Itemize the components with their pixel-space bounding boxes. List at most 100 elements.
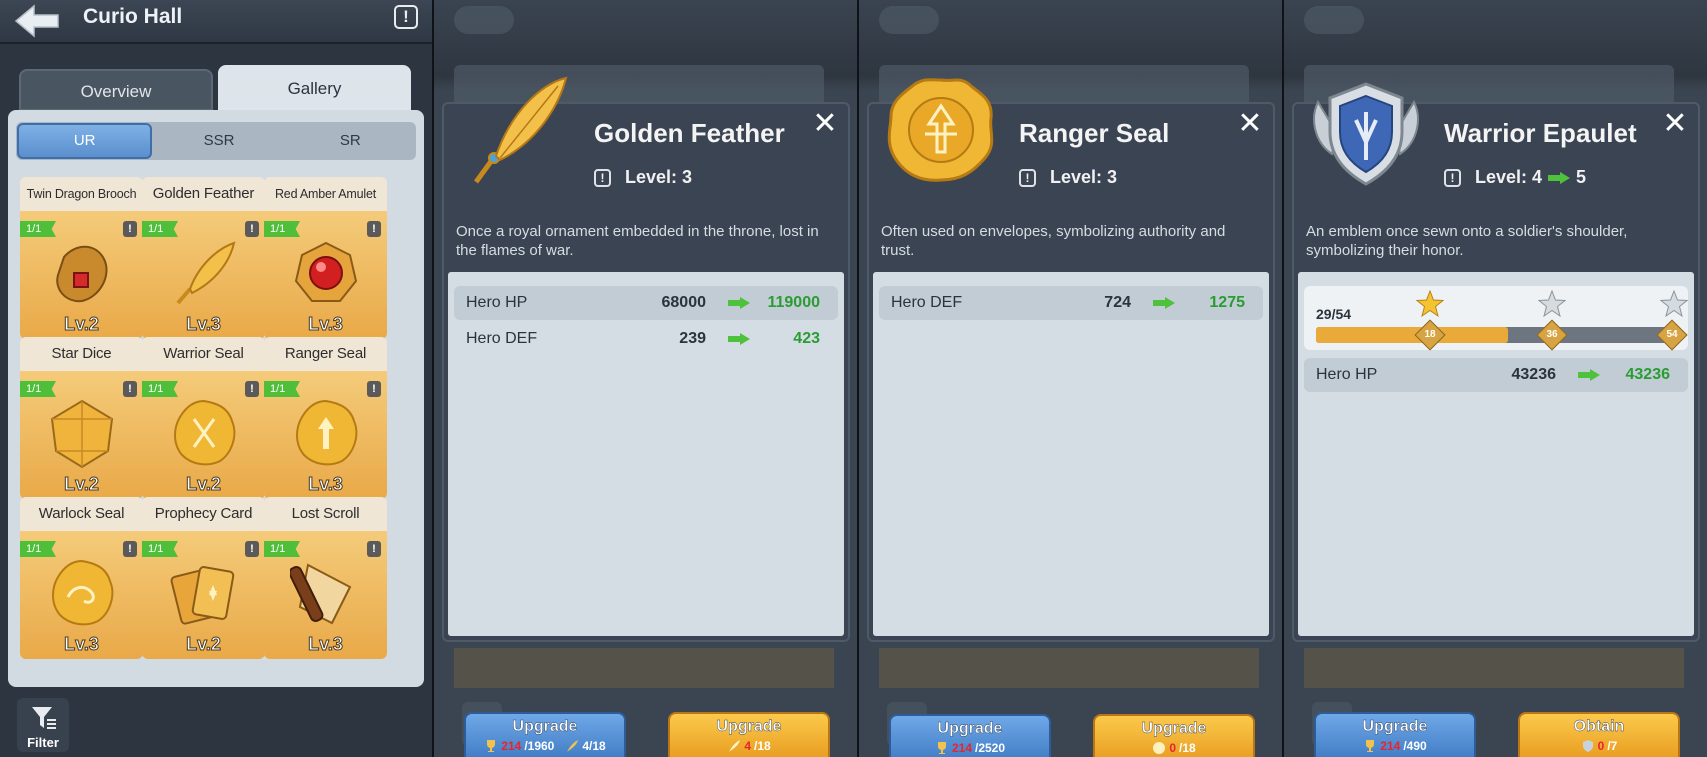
upgrade-button[interactable]: Upgrade 214/490	[1314, 712, 1476, 757]
progress-text: 29/54	[1316, 306, 1352, 322]
feather-icon	[729, 740, 741, 752]
currency-have: 214	[1380, 739, 1401, 753]
upgrade-fragment-button[interactable]: Upgrade 0/18	[1093, 714, 1255, 757]
curio-card[interactable]: Prophecy Card 1/1! Lv.2	[142, 497, 265, 659]
card-name: Warrior Seal	[142, 337, 265, 371]
close-icon[interactable]: ✕	[1235, 109, 1265, 140]
ranger-seal-icon	[887, 78, 994, 182]
upgrade-fragment-label: Upgrade	[716, 718, 782, 735]
golden-feather-icon	[473, 76, 568, 184]
info-icon[interactable]: !	[123, 221, 137, 237]
close-icon[interactable]: ✕	[810, 109, 840, 140]
stat-row: Hero HP 43236 43236	[1304, 358, 1688, 392]
curio-card[interactable]: Ranger Seal 1/1! Lv.3	[264, 337, 387, 499]
item-description: Often used on envelopes, symbolizing aut…	[881, 223, 1226, 259]
level-text: Level: 3	[1050, 167, 1118, 187]
fragment-cost: 0/18	[1095, 741, 1253, 755]
silver-star-icon	[1538, 290, 1566, 318]
popup-title: Ranger Seal	[1019, 118, 1170, 148]
obtain-have: 0	[1597, 739, 1605, 753]
arrow-right-icon	[728, 333, 750, 345]
progress-track	[1316, 327, 1674, 343]
upgrade-cost: 214/2520	[891, 741, 1049, 755]
curio-card[interactable]: Red Amber Amulet 1/1! Lv.3	[264, 177, 387, 339]
info-icon[interactable]: !	[245, 541, 259, 557]
rarity-tab-ssr[interactable]: SSR	[153, 122, 284, 160]
info-icon[interactable]: !	[123, 381, 137, 397]
owned-badge: 1/1	[142, 381, 178, 397]
info-icon[interactable]: !	[123, 541, 137, 557]
tab-overview[interactable]: Overview	[19, 69, 213, 111]
card-body: 1/1! Lv.2	[20, 371, 143, 499]
rarity-tabs: UR SSR SR	[16, 122, 416, 160]
milestone-marker: 18	[1414, 319, 1446, 351]
curio-card[interactable]: Warrior Seal 1/1! Lv.2	[142, 337, 265, 499]
warrior-epaulet-icon	[1313, 82, 1419, 186]
prophecy-card-icon	[170, 566, 235, 625]
fragment-need: /18	[1179, 741, 1196, 755]
info-icon[interactable]: !	[1019, 168, 1036, 187]
curio-card[interactable]: Lost Scroll 1/1! Lv.3	[264, 497, 387, 659]
filter-icon	[32, 707, 56, 729]
upgrade-label: Upgrade	[937, 720, 1003, 737]
silver-star-icon	[1660, 290, 1688, 318]
card-body: 1/1! Lv.2	[142, 531, 265, 659]
info-icon[interactable]: !	[1444, 168, 1461, 187]
card-body: 1/1! Lv.2	[20, 211, 143, 339]
arrow-right-icon	[1548, 171, 1571, 184]
info-icon[interactable]: !	[245, 381, 259, 397]
curio-card[interactable]: Twin Dragon Brooch 1/1! Lv.2	[20, 177, 143, 339]
gold-star-icon	[1416, 290, 1444, 318]
fragment-cost: 4/18	[670, 739, 828, 753]
rarity-tab-sr[interactable]: SR	[285, 122, 416, 160]
info-icon[interactable]: !	[367, 381, 381, 397]
card-level: Lv.3	[308, 314, 344, 335]
milestone-marker: 36	[1536, 319, 1568, 351]
item-popup: Warrior Epaulet ✕ ! Level: 4 5 An emblem…	[1292, 82, 1700, 757]
curio-card[interactable]: Warlock Seal 1/1! Lv.3	[20, 497, 143, 659]
upgrade-label: Upgrade	[1362, 718, 1428, 735]
currency-need: /1960	[524, 739, 555, 753]
stats-panel: Upgrade 214/1960 4/18 Upgrade 4/18 Hero …	[448, 272, 844, 757]
level-next: 5	[1576, 167, 1587, 187]
info-icon[interactable]: !	[245, 221, 259, 237]
card-body: 1/1! Lv.3	[264, 371, 387, 499]
upgrade-fragment-button[interactable]: Upgrade 4/18	[668, 712, 830, 757]
info-icon[interactable]: !	[367, 541, 381, 557]
popup-title: Warrior Epaulet	[1444, 118, 1637, 148]
star-progress: 29/54 18 36 54	[1304, 286, 1688, 351]
item-popup: Ranger Seal ✕ ! Level: 3 Often used on e…	[867, 78, 1275, 757]
level-text: Level: 4	[1475, 167, 1543, 187]
back-arrow-icon[interactable]	[14, 4, 60, 38]
card-body: 1/1! Lv.3	[20, 531, 143, 659]
obtain-label: Obtain	[1573, 718, 1625, 735]
stat-label: Hero DEF	[891, 294, 963, 311]
owned-badge: 1/1	[264, 381, 300, 397]
tab-gallery[interactable]: Gallery	[218, 65, 411, 111]
upgrade-button[interactable]: Upgrade 214/2520	[889, 714, 1051, 757]
currency-have: 214	[501, 739, 522, 753]
stat-current: 43236	[1511, 366, 1557, 383]
rarity-tab-ur[interactable]: UR	[17, 123, 153, 159]
owned-badge: 1/1	[264, 541, 300, 557]
curio-card[interactable]: Golden Feather 1/1! Lv.3	[142, 177, 265, 339]
card-level: Lv.3	[308, 634, 344, 655]
curio-card[interactable]: Star Dice 1/1! Lv.2	[20, 337, 143, 499]
arrow-right-icon	[728, 297, 750, 309]
info-icon[interactable]: !	[594, 168, 611, 187]
upgrade-cost: 214/1960 4/18	[466, 739, 624, 753]
currency-need: /490	[1403, 739, 1427, 753]
page-title: Curio Hall	[83, 5, 183, 28]
upgrade-button[interactable]: Upgrade 214/1960 4/18	[464, 712, 626, 757]
close-icon[interactable]: ✕	[1660, 109, 1690, 140]
obtain-cost: 0/7	[1520, 739, 1678, 753]
stat-label: Hero HP	[1316, 366, 1378, 383]
filter-button[interactable]: Filter	[17, 698, 69, 752]
card-name: Star Dice	[20, 337, 143, 371]
curio-hall-screen: Curio Hall ! Overview Gallery UR SSR SR …	[0, 0, 432, 757]
help-icon[interactable]: !	[394, 5, 418, 29]
obtain-button[interactable]: Obtain 0/7	[1518, 712, 1680, 757]
info-icon[interactable]: !	[367, 221, 381, 237]
ranger-seal-screen: Ranger Seal ✕ ! Level: 3 Often used on e…	[859, 0, 1283, 757]
curio-grid: Twin Dragon Brooch 1/1! Lv.2 Golden Feather…	[20, 177, 412, 674]
